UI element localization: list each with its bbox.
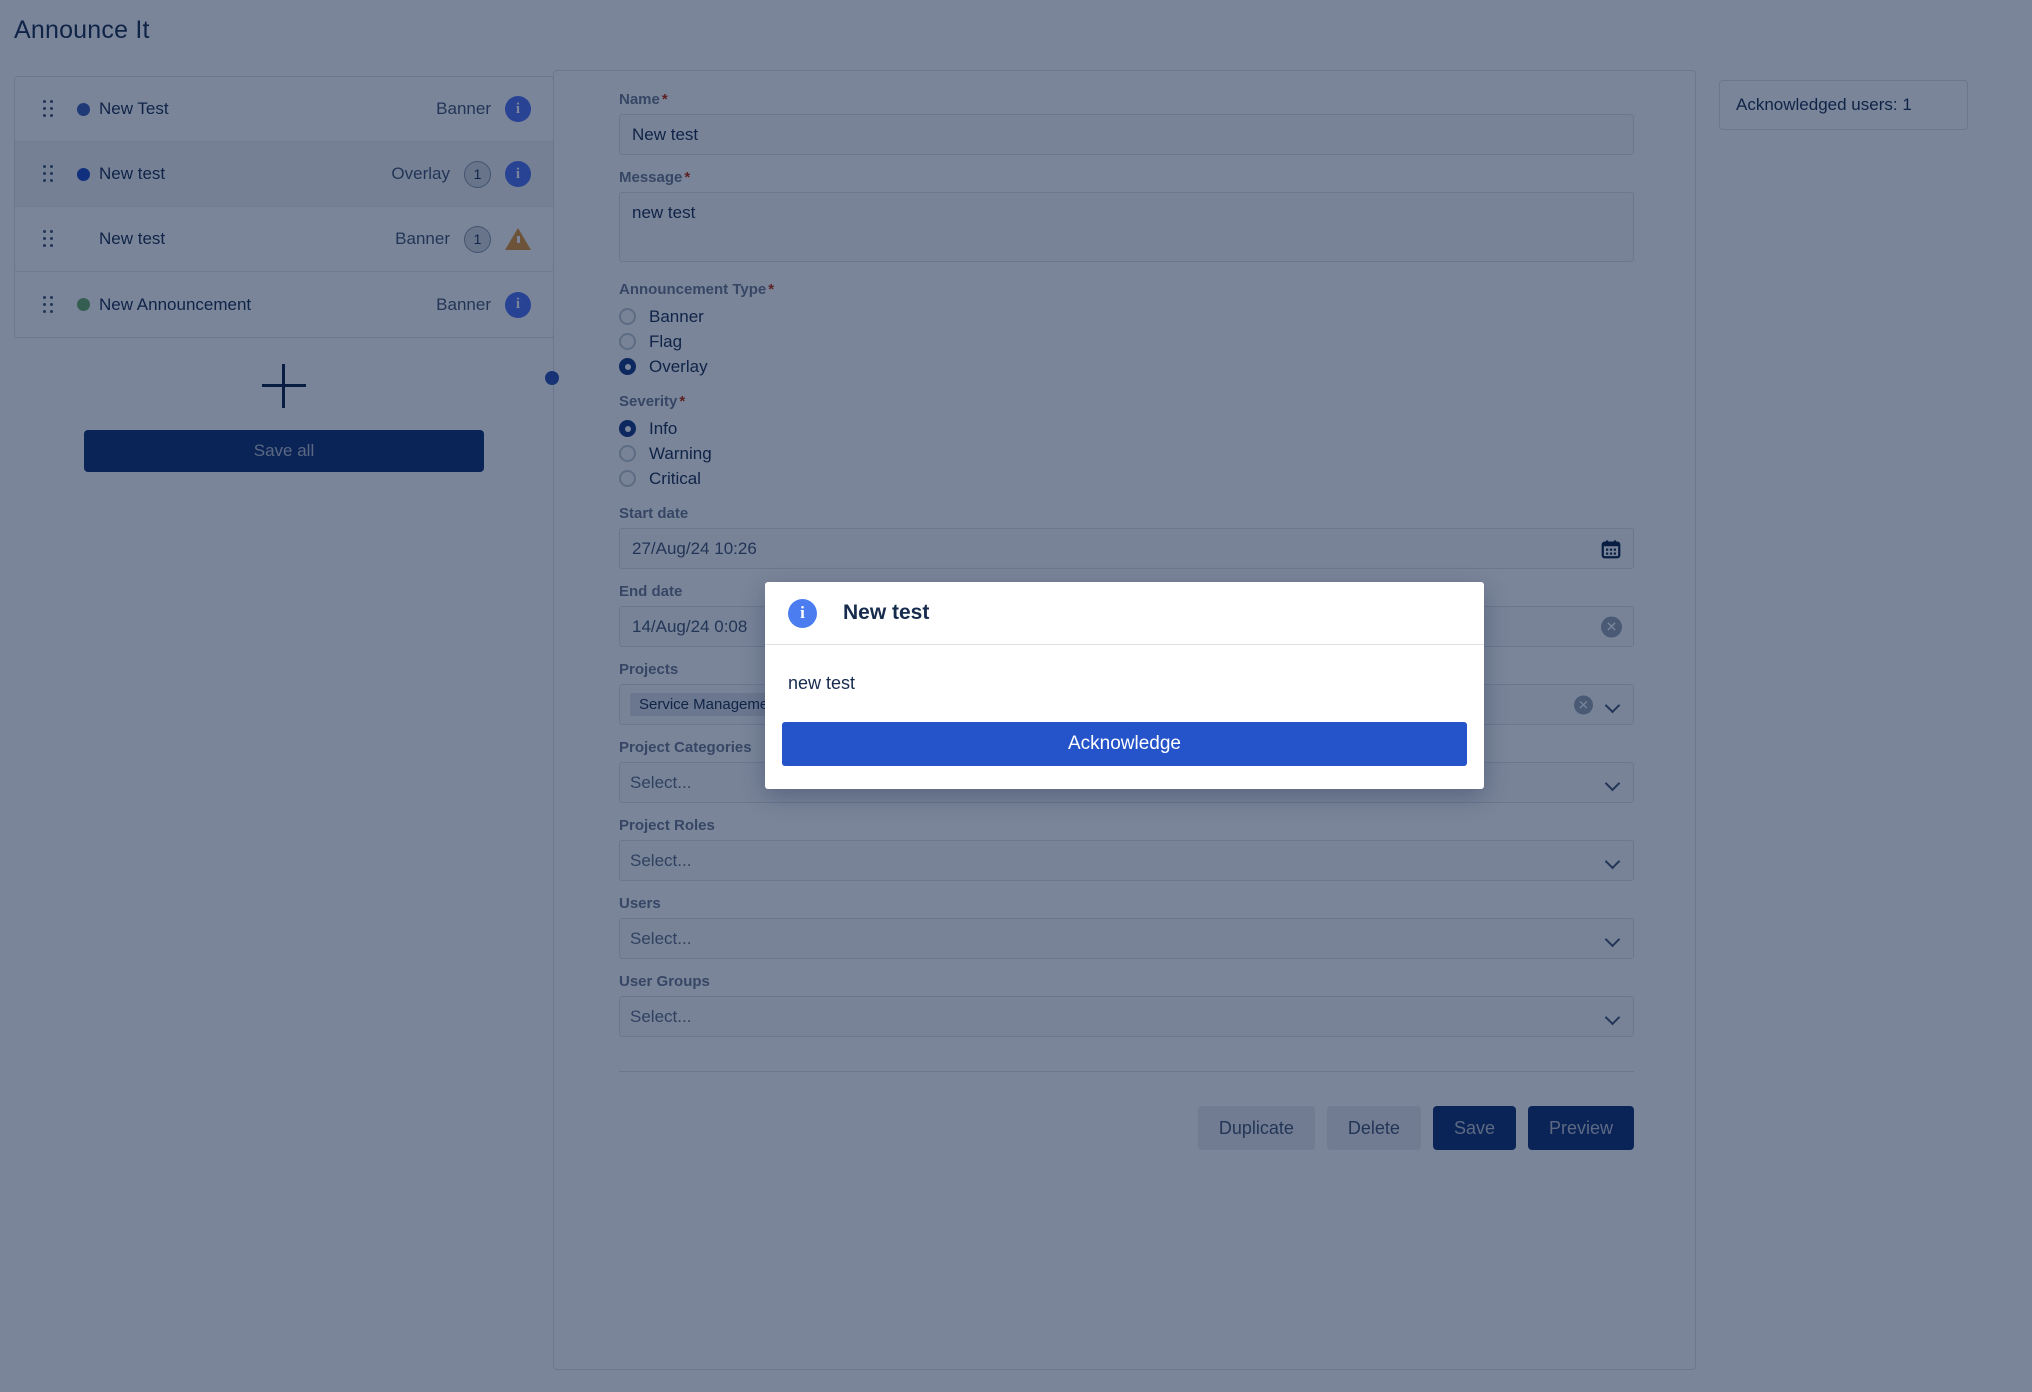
acknowledge-button[interactable]: Acknowledge — [782, 722, 1467, 766]
modal-header: i New test — [765, 582, 1484, 645]
info-circle-icon: i — [788, 599, 817, 628]
modal-title: New test — [843, 601, 929, 625]
announcement-preview-modal: i New test new test Acknowledge — [765, 582, 1484, 789]
modal-body: new test — [765, 645, 1484, 708]
